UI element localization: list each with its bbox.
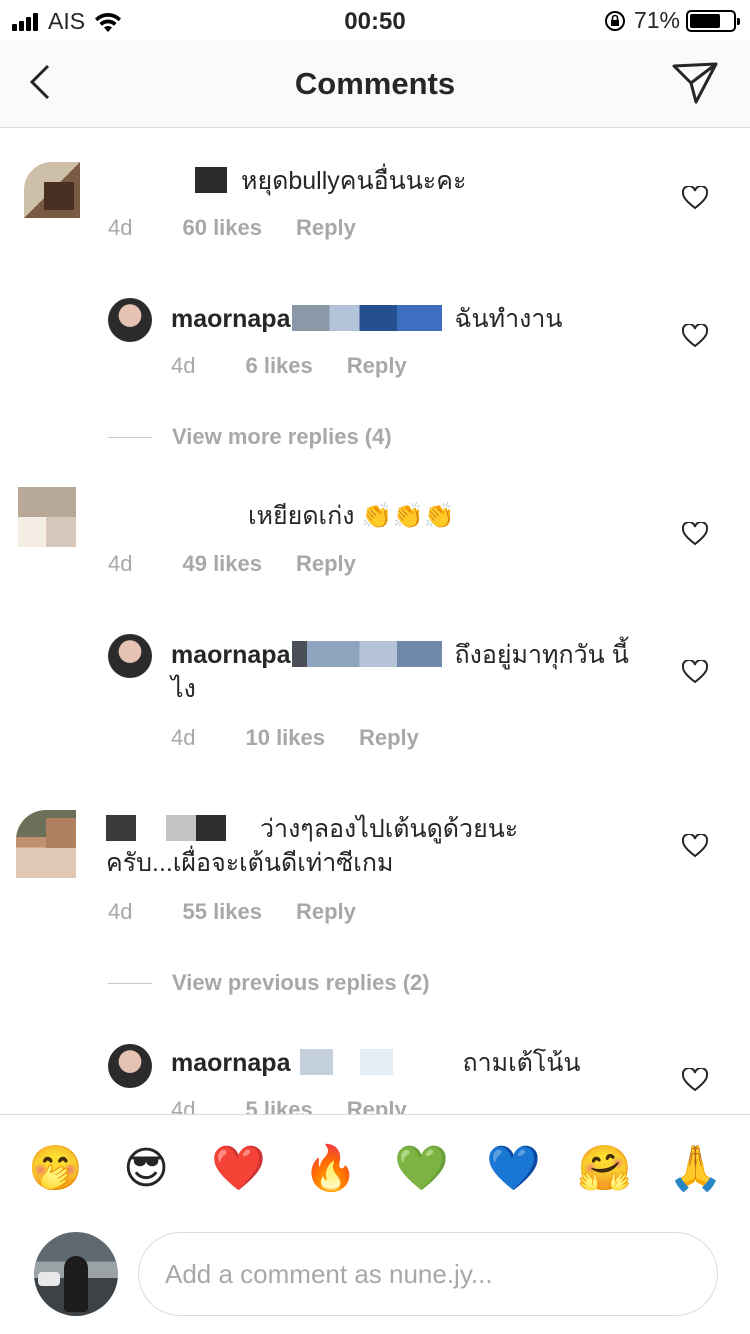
reply-button[interactable]: Reply xyxy=(347,1097,407,1114)
reply-button[interactable]: Reply xyxy=(296,551,356,577)
comment-likes[interactable]: 55 likes xyxy=(182,899,262,925)
comment-likes[interactable]: 49 likes xyxy=(182,551,262,577)
comment-username[interactable]: maornapa xyxy=(171,305,290,333)
heart-icon[interactable] xyxy=(682,186,708,210)
redacted-mention xyxy=(300,1049,451,1075)
comment-time: 4d xyxy=(108,215,133,240)
redacted-mention xyxy=(292,305,443,331)
view-previous-label: View previous replies (2) xyxy=(172,970,430,995)
emoji-fire-icon[interactable]: 🔥 xyxy=(303,1143,358,1195)
comment-body: ถามเต้โน้น xyxy=(462,1049,581,1077)
reply-item: maornapa ถามเต้โน้น 4d 5 likes Reply xyxy=(0,1034,750,1114)
comment-time: 4d xyxy=(108,551,133,576)
reply-button[interactable]: Reply xyxy=(296,215,356,241)
heart-icon[interactable] xyxy=(682,1068,708,1092)
comment-likes[interactable]: 5 likes xyxy=(245,1097,312,1114)
comment-text: เหยียดเก่ง 👏👏👏 xyxy=(248,499,455,533)
heart-icon[interactable] xyxy=(682,660,708,684)
comment-username[interactable]: maornapa xyxy=(171,641,290,669)
reply-button[interactable]: Reply xyxy=(296,899,356,925)
comment-text: หยุดbullyคนอื่นนะคะ xyxy=(195,164,466,198)
emoji-quick-bar: 🤭 😎 ❤️ 🔥 💚 💙 🤗 🙏 xyxy=(0,1114,750,1224)
comment-body: ฉันทำงาน xyxy=(454,305,563,333)
comment-time: 4d xyxy=(171,353,196,378)
status-bar: AIS 00:50 71% xyxy=(0,0,750,40)
emoji-red-heart-icon[interactable]: ❤️ xyxy=(211,1143,266,1195)
comment-input[interactable]: Add a comment as nune.jy... xyxy=(138,1232,718,1316)
battery-icon xyxy=(686,9,740,32)
heart-icon[interactable] xyxy=(682,834,708,858)
nav-bar: Comments xyxy=(0,40,750,128)
redacted-username xyxy=(195,167,227,193)
current-user-avatar xyxy=(34,1232,118,1316)
comment-text: maornapa ถึงอยู่มาทุกวัน นี้ไง xyxy=(171,638,641,706)
emoji-hand-over-mouth-icon[interactable]: 🤭 xyxy=(28,1143,83,1195)
battery-fill xyxy=(690,13,720,28)
comment-meta: 4d 5 likes Reply xyxy=(171,1097,407,1114)
comment-text: ว่างๆลองไปเต้นดูด้วยนะ ครับ...เผื่อจะเต้… xyxy=(106,812,546,880)
view-previous-replies-button[interactable]: View previous replies (2) xyxy=(108,970,430,996)
divider-line xyxy=(108,436,152,438)
rotation-lock-icon xyxy=(604,10,625,31)
avatar[interactable] xyxy=(108,298,152,342)
avatar[interactable] xyxy=(108,634,152,678)
reply-button[interactable]: Reply xyxy=(359,725,419,751)
page-title: Comments xyxy=(294,66,456,101)
heart-icon[interactable] xyxy=(682,522,708,546)
emoji-blue-heart-icon[interactable]: 💙 xyxy=(486,1143,541,1195)
comment-time: 4d xyxy=(108,899,133,924)
comment-likes[interactable]: 10 likes xyxy=(245,725,325,751)
emoji-sunglasses-icon[interactable]: 😎 xyxy=(120,1143,172,1195)
comment-composer: Add a comment as nune.jy... xyxy=(0,1224,750,1334)
redacted-mention xyxy=(292,641,443,667)
emoji-green-heart-icon[interactable]: 💚 xyxy=(394,1143,449,1195)
comment-text: maornapa ถามเต้โน้น xyxy=(171,1046,581,1080)
comment-likes[interactable]: 6 likes xyxy=(245,353,312,379)
comment-time: 4d xyxy=(171,725,196,750)
comment-body: เหยียดเก่ง 👏👏👏 xyxy=(248,502,455,530)
redacted-username xyxy=(106,815,256,841)
divider-line xyxy=(108,982,152,984)
avatar[interactable] xyxy=(108,1044,152,1088)
comment-time: 4d xyxy=(171,1097,196,1114)
comment-body: หยุดbullyคนอื่นนะคะ xyxy=(241,167,467,195)
avatar[interactable] xyxy=(18,487,76,547)
comment-text: maornapa ฉันทำงาน xyxy=(171,302,562,336)
emoji-folded-hands-icon[interactable]: 🙏 xyxy=(668,1143,723,1195)
avatar[interactable] xyxy=(16,810,76,878)
comment-likes[interactable]: 60 likes xyxy=(182,215,262,241)
view-more-replies-button[interactable]: View more replies (4) xyxy=(108,424,392,450)
paper-plane-icon[interactable] xyxy=(670,58,720,108)
comment-username[interactable]: maornapa xyxy=(171,1049,290,1077)
comment-meta: 4d 6 likes Reply xyxy=(171,353,407,379)
comment-meta: 4d 49 likes Reply xyxy=(108,551,356,577)
avatar[interactable] xyxy=(24,162,80,218)
view-more-label: View more replies (4) xyxy=(172,424,392,449)
comment-meta: 4d 60 likes Reply xyxy=(108,215,356,241)
status-right: 71% xyxy=(604,7,740,34)
battery-percent: 71% xyxy=(633,7,680,33)
comment-meta: 4d 10 likes Reply xyxy=(171,725,419,751)
reply-button[interactable]: Reply xyxy=(347,353,407,379)
comment-meta: 4d 55 likes Reply xyxy=(108,899,356,925)
emoji-hugging-face-icon[interactable]: 🤗 xyxy=(577,1143,632,1195)
heart-icon[interactable] xyxy=(682,324,708,348)
